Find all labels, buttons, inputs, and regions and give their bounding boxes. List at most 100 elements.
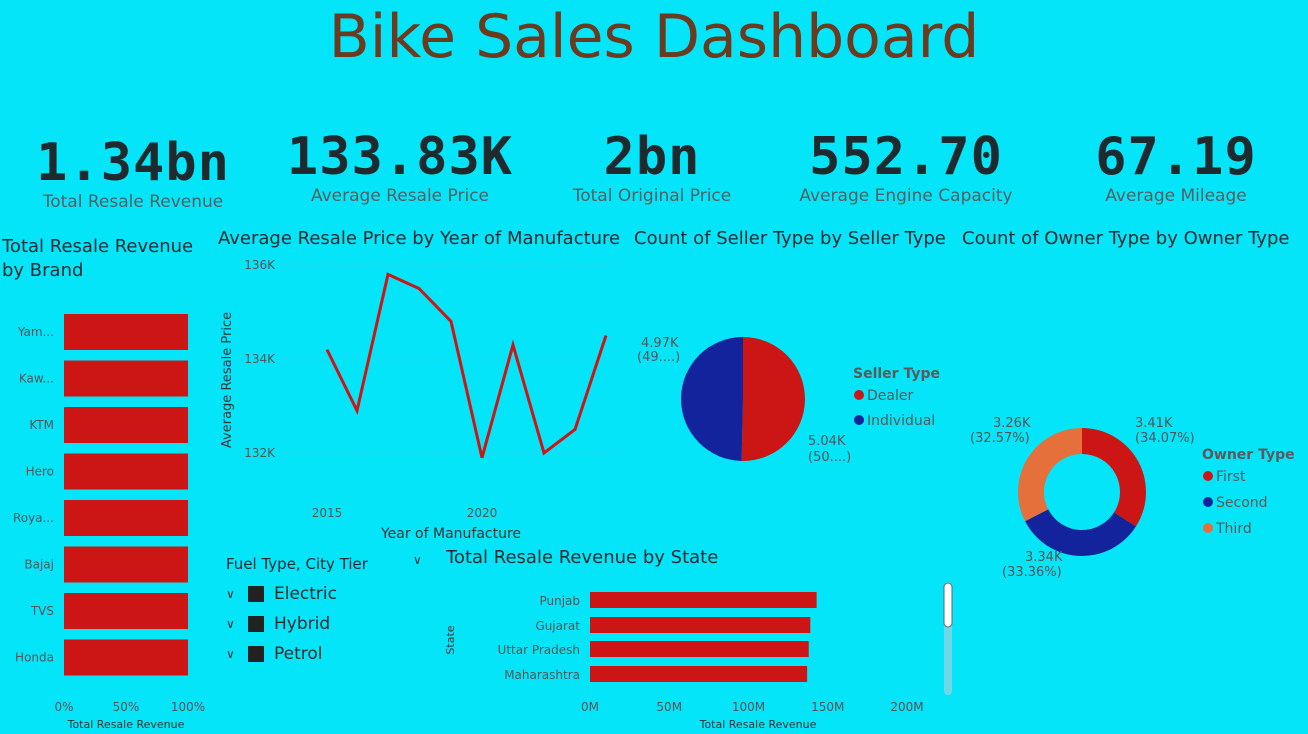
state-x-tick: 50M: [656, 700, 682, 714]
year-y-tick: 134K: [244, 352, 276, 366]
brand-category-label: Bajaj: [24, 558, 54, 572]
scrollbar-thumb[interactable]: [943, 582, 953, 628]
brand-x-axis-label: Total Resale Revenue: [67, 718, 185, 731]
seller-pie-slice[interactable]: [681, 337, 743, 461]
year-x-axis-label: Year of Manufacture: [380, 526, 521, 542]
owner-legend-item[interactable]: Third: [1215, 521, 1252, 537]
brand-category-label: Honda: [15, 651, 54, 665]
kpi-average-engine-capacity[interactable]: 552.70 Average Engine Capacity: [791, 128, 1021, 206]
legend-dot: [1203, 497, 1213, 507]
kpi-value: 1.34bn: [36, 133, 230, 193]
state-x-tick: 150M: [811, 700, 844, 714]
kpi-average-resale-price[interactable]: 133.83K Average Resale Price: [285, 128, 515, 206]
state-bar[interactable]: [590, 666, 808, 682]
fuel-city-slicer[interactable]: Fuel Type, City Tier ∨ Electric ∨ Hybrid…: [226, 555, 416, 669]
brand-bar[interactable]: [64, 407, 188, 443]
year-line-chart[interactable]: 132K 134K 136K 2015 2020 Year of Manufacture A…: [215, 250, 620, 545]
slicer-item-hybrid[interactable]: ∨ Hybrid: [226, 609, 416, 639]
slicer-item-label: Electric: [274, 584, 337, 604]
brand-x-tick: 50%: [113, 700, 140, 714]
state-category-label: Gujarat: [535, 619, 580, 633]
year-x-tick: 2020: [467, 506, 498, 520]
seller-legend-item[interactable]: Individual: [867, 413, 935, 429]
owner-donut-chart[interactable]: 3.41K(34.07%) 3.34K(33.36%) 3.26K(32.57%) O…: [955, 400, 1305, 590]
state-chart-title: Total Resale Revenue by State: [446, 547, 719, 568]
kpi-label: Total Resale Revenue: [42, 192, 224, 212]
brand-category-label: TVS: [30, 604, 54, 618]
seller-legend-item[interactable]: Dealer: [867, 388, 913, 404]
seller-chart-title: Count of Seller Type by Seller Type: [634, 228, 946, 249]
kpi-value: 67.19: [1095, 127, 1257, 187]
seller-legend-title: Seller Type: [853, 366, 940, 382]
brand-category-label: Yam...: [17, 325, 54, 339]
kpi-label: Average Resale Price: [310, 186, 490, 206]
brand-bar[interactable]: [64, 546, 188, 583]
brand-bar[interactable]: [64, 639, 188, 676]
state-x-tick: 100M: [732, 700, 765, 714]
state-x-axis-label: Total Resale Revenue: [699, 718, 817, 731]
chevron-down-icon[interactable]: ∨: [226, 587, 248, 601]
brand-category-label: Hero: [26, 465, 54, 479]
owner-data-label: 3.26K: [993, 416, 1031, 431]
brand-chart-title: Total Resale Revenue by Brand: [2, 236, 194, 281]
owner-data-label-pct: (32.57%): [970, 431, 1030, 446]
brand-bar-chart[interactable]: Yam... Kaw... KTM Hero Roya... Bajaj TVS Honda 0…: [0, 290, 215, 734]
legend-dot: [1203, 523, 1213, 533]
seller-pie-slice[interactable]: [741, 337, 806, 461]
kpi-total-original-price[interactable]: 2bn Total Original Price: [537, 128, 767, 206]
state-bar[interactable]: [590, 641, 809, 657]
seller-pie-chart[interactable]: 5.04K(50....) 4.97K(49....) Seller Type Dea…: [625, 300, 960, 490]
year-x-tick: 2015: [312, 506, 343, 520]
legend-dot: [854, 415, 864, 425]
brand-x-tick: 0%: [54, 700, 73, 714]
owner-legend-item[interactable]: First: [1216, 469, 1246, 485]
seller-data-label: 5.04K: [808, 434, 846, 449]
legend-dot: [1203, 471, 1213, 481]
checkbox[interactable]: [248, 586, 264, 602]
chevron-down-icon[interactable]: ∨: [413, 553, 422, 567]
owner-chart-title: Count of Owner Type by Owner Type: [962, 228, 1290, 249]
state-bar[interactable]: [590, 592, 817, 608]
year-y-tick: 136K: [244, 258, 276, 272]
chevron-down-icon[interactable]: ∨: [226, 617, 248, 631]
chevron-down-icon[interactable]: ∨: [226, 647, 248, 661]
seller-data-label-pct: (50....): [808, 450, 851, 465]
brand-bar[interactable]: [64, 500, 188, 536]
checkbox[interactable]: [248, 646, 264, 662]
owner-data-label: 3.34K: [1025, 550, 1063, 565]
state-category-label: Maharashtra: [504, 668, 580, 682]
brand-bar[interactable]: [64, 453, 188, 490]
owner-donut-slice[interactable]: [1025, 509, 1136, 556]
kpi-value: 2bn: [603, 127, 701, 187]
kpi-label: Average Mileage: [1105, 186, 1247, 206]
kpi-average-mileage[interactable]: 67.19 Average Mileage: [1061, 128, 1291, 206]
state-category-label: Punjab: [539, 594, 580, 608]
state-bar-chart[interactable]: Punjab Gujarat Uttar Pradesh Maharashtra 0M 5…: [440, 575, 960, 734]
owner-data-label-pct: (34.07%): [1135, 431, 1195, 446]
state-category-label: Uttar Pradesh: [498, 643, 580, 657]
slicer-item-petrol[interactable]: ∨ Petrol: [226, 639, 416, 669]
state-x-tick: 0M: [581, 700, 599, 714]
kpi-label: Total Original Price: [572, 186, 732, 206]
brand-bar[interactable]: [64, 360, 188, 397]
owner-legend-title: Owner Type: [1202, 447, 1295, 463]
slicer-title: Fuel Type, City Tier: [226, 555, 368, 573]
seller-data-label: 4.97K: [641, 336, 679, 351]
brand-bar[interactable]: [64, 314, 188, 350]
slicer-item-electric[interactable]: ∨ Electric: [226, 579, 416, 609]
seller-data-label-pct: (49....): [637, 350, 680, 365]
state-y-axis-label: State: [444, 625, 457, 654]
brand-category-label: Roya...: [13, 511, 54, 525]
owner-data-label-pct: (33.36%): [1002, 565, 1062, 580]
page-title: Bike Sales Dashboard: [328, 2, 980, 72]
brand-bar[interactable]: [64, 593, 188, 629]
kpi-value: 552.70: [809, 127, 1003, 187]
owner-legend-item[interactable]: Second: [1216, 495, 1268, 511]
kpi-value: 133.83K: [286, 127, 514, 187]
state-bar[interactable]: [590, 617, 811, 633]
year-series-line[interactable]: [325, 272, 608, 459]
legend-dot: [854, 390, 864, 400]
slicer-item-label: Hybrid: [274, 614, 331, 634]
checkbox[interactable]: [248, 616, 264, 632]
kpi-total-resale-revenue[interactable]: 1.34bn Total Resale Revenue: [18, 128, 248, 212]
